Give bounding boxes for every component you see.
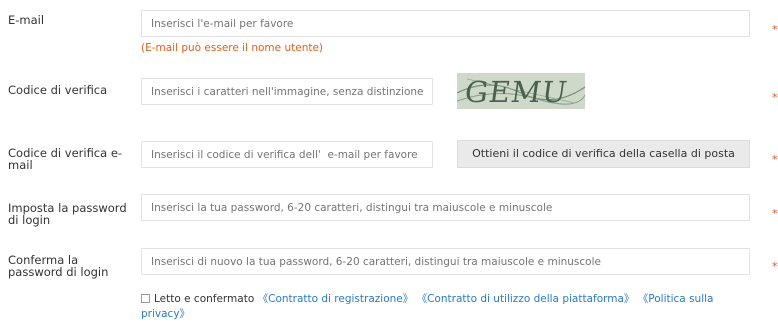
- password-required-mark: *: [772, 207, 778, 220]
- password-confirm-required-mark: *: [772, 260, 778, 273]
- get-email-code-button[interactable]: Ottieni il codice di verifica della case…: [457, 140, 750, 168]
- email-required-mark: *: [772, 23, 778, 36]
- captcha-text: GEMU: [462, 75, 570, 109]
- agreement-checkbox[interactable]: [141, 294, 150, 303]
- captcha-label: Codice di verifica: [8, 83, 108, 97]
- email-label: E-mail: [8, 13, 45, 27]
- captcha-required-mark: *: [772, 91, 778, 104]
- email-code-required-mark: *: [772, 153, 778, 166]
- email-input[interactable]: [141, 10, 750, 37]
- password-confirm-input[interactable]: [141, 248, 750, 275]
- agreement-row: Letto e confermato 《Contratto di registr…: [141, 292, 741, 322]
- registration-contract-link[interactable]: 《Contratto di registrazione》: [258, 293, 414, 305]
- captcha-image[interactable]: GEMU: [457, 73, 585, 109]
- password-input[interactable]: [141, 194, 750, 221]
- password-label: Imposta la password di login: [8, 201, 127, 227]
- platform-usage-contract-link[interactable]: 《Contratto di utilizzo della piattaforma…: [417, 293, 635, 305]
- email-code-input[interactable]: [141, 141, 433, 168]
- password-confirm-label: Conferma la password di login: [8, 253, 109, 279]
- email-hint: (E-mail può essere il nome utente): [141, 42, 324, 54]
- email-code-label: Codice di verifica e-mail: [8, 146, 123, 172]
- agreement-text: Letto e confermato: [154, 293, 255, 305]
- captcha-input[interactable]: [141, 78, 433, 105]
